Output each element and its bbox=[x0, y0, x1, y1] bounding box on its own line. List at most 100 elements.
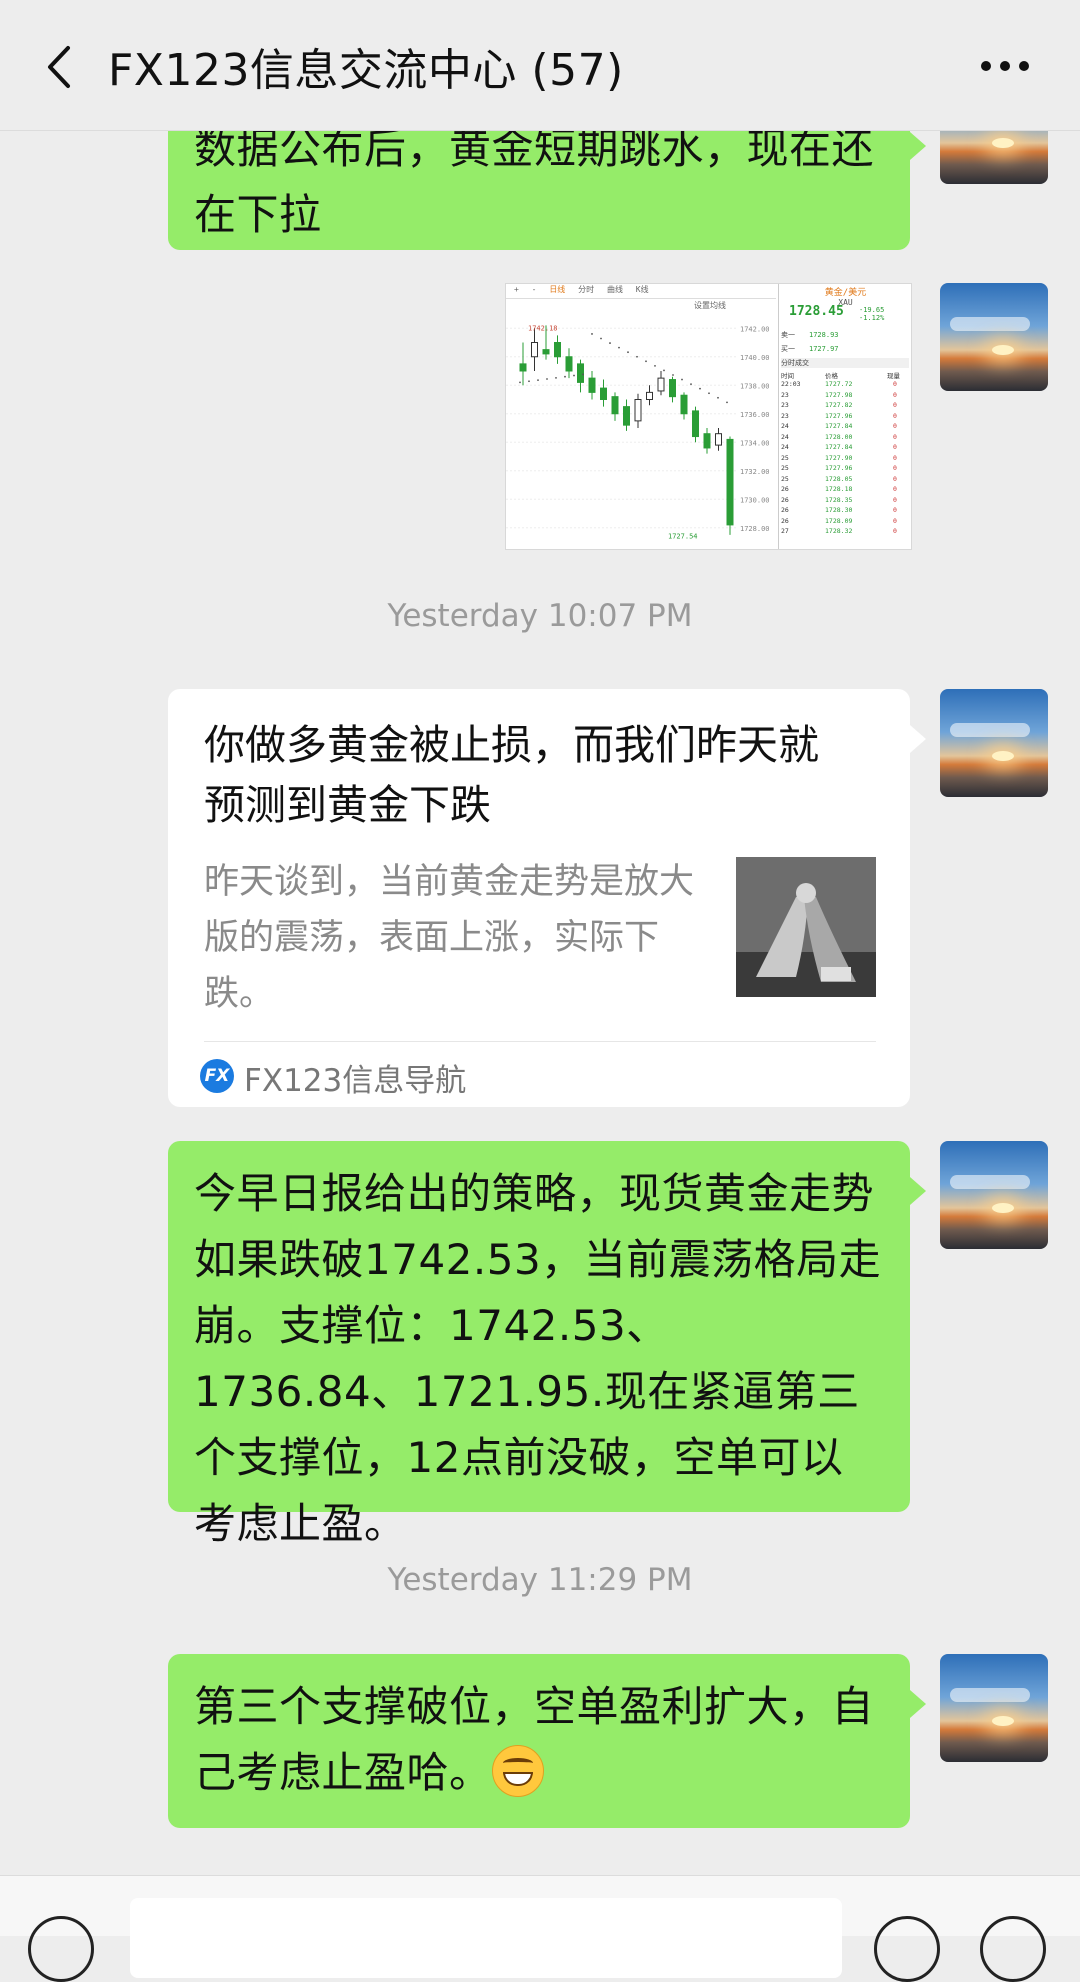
card-source: FX123信息导航 bbox=[244, 1063, 467, 1099]
candle-body bbox=[669, 379, 676, 398]
indicator-dot bbox=[537, 379, 539, 382]
y-tick-label: 1734.00 bbox=[740, 439, 770, 447]
chat-title: FX123信息交流中心 (57) bbox=[108, 45, 624, 96]
candle-body bbox=[611, 396, 619, 415]
candle-body bbox=[600, 387, 607, 400]
indicator-dot bbox=[672, 374, 674, 376]
chat-header: FX123信息交流中心 (57) bbox=[0, 0, 1080, 131]
ticks-header: 时间 价格 现量 bbox=[781, 372, 900, 380]
tick-row: 25 1728.05 0 bbox=[781, 474, 897, 483]
tick-row: 25 1727.90 0 bbox=[781, 453, 897, 462]
indicator-dot bbox=[564, 375, 566, 378]
indicator-dot bbox=[600, 337, 602, 340]
indicator-dot bbox=[546, 378, 548, 380]
tick-row: 24 1727.84 0 bbox=[781, 422, 897, 430]
chevron-left-icon bbox=[48, 46, 70, 88]
message-bubble[interactable]: 第三个支撑破位，空单盈利扩大，自己考虑止盈哈。 bbox=[168, 1654, 926, 1828]
message-bubble[interactable]: 今早日报给出的策略，现货黄金走势如果跌破1742.53，当前震荡格局走崩。支撑位… bbox=[168, 1141, 926, 1548]
grinning-face-icon bbox=[491, 1745, 544, 1797]
timestamp: Yesterday 11:29 PM bbox=[387, 1562, 693, 1598]
candle-body bbox=[692, 410, 699, 438]
indicator-dot bbox=[582, 373, 584, 376]
card-description: 昨天谈到，当前黄金走势是放大版的震荡，表面上涨，实际下跌。 bbox=[204, 862, 695, 1014]
card-divider bbox=[204, 1041, 876, 1042]
indicator-dot bbox=[726, 401, 728, 404]
low-price-label: 1727.54 bbox=[668, 532, 698, 540]
y-tick-label: 1728.00 bbox=[740, 525, 770, 533]
tick-row: 23 1727.96 0 bbox=[781, 411, 897, 420]
indicator-dot bbox=[609, 342, 611, 344]
more-options-button[interactable] bbox=[980, 1916, 1046, 1982]
tick-row: 27 1728.32 0 bbox=[781, 527, 897, 535]
tick-row: 23 1727.82 0 bbox=[781, 401, 897, 409]
y-tick-label: 1732.00 bbox=[740, 468, 770, 476]
y-tick-label: 1736.00 bbox=[740, 411, 770, 419]
candle-body bbox=[531, 342, 538, 358]
quote-change: -19.65 -1.12% bbox=[859, 306, 885, 322]
tick-row: 26 1728.35 0 bbox=[781, 495, 897, 504]
indicator-dot bbox=[627, 351, 629, 354]
candle-body bbox=[634, 399, 642, 422]
candle-body bbox=[565, 356, 573, 372]
message-input[interactable] bbox=[130, 1898, 842, 1978]
emoji-button[interactable] bbox=[874, 1916, 940, 1982]
indicator-dot bbox=[636, 355, 638, 358]
indicator-dot bbox=[690, 383, 692, 386]
message-text: 今早日报给出的策略，现货黄金走势如果跌破1742.53，当前震荡格局走崩。支撑位… bbox=[194, 1169, 882, 1548]
timestamp: Yesterday 10:07 PM bbox=[387, 598, 693, 634]
tick-row: 23 1727.98 0 bbox=[781, 390, 897, 399]
more-button[interactable] bbox=[970, 30, 1040, 100]
card-thumbnail bbox=[736, 857, 876, 997]
voice-button[interactable] bbox=[28, 1916, 94, 1982]
avatar[interactable] bbox=[940, 283, 1048, 391]
back-button[interactable] bbox=[30, 30, 100, 100]
indicator-dot bbox=[618, 346, 620, 349]
indicator-dot bbox=[519, 381, 521, 384]
avatar[interactable] bbox=[940, 689, 1048, 797]
avatar[interactable] bbox=[940, 1141, 1048, 1249]
indicator-dot bbox=[573, 374, 575, 377]
message-text: 数据公布后，黄金短期跳水，现在还在下拉 bbox=[194, 124, 875, 239]
chart-image-message[interactable]: + - 日线 分时 曲线 K线 设置均线 1742.00 1740.00 1738.… bbox=[505, 283, 912, 550]
y-tick-label: 1740.00 bbox=[740, 354, 770, 362]
tick-row: 26 1728.18 0 bbox=[781, 485, 897, 493]
link-card[interactable]: 你做多黄金被止损，而我们昨天就预测到黄金下跌 昨天谈到，当前黄金走势是放大版的震… bbox=[168, 689, 926, 1107]
candle-body bbox=[726, 438, 734, 526]
tick-row: 24 1728.00 0 bbox=[781, 432, 897, 441]
avatar[interactable] bbox=[940, 1654, 1048, 1762]
candle-body bbox=[657, 377, 665, 392]
candle-body bbox=[623, 406, 630, 426]
buy-row: 买一 1727.97 bbox=[781, 345, 839, 353]
y-tick-label: 1730.00 bbox=[740, 496, 770, 504]
more-dots-icon bbox=[981, 61, 1029, 71]
indicator-dot bbox=[717, 396, 719, 399]
input-bar bbox=[0, 1875, 1080, 1982]
indicator-dot bbox=[591, 333, 593, 335]
tick-row: 25 1727.96 0 bbox=[781, 464, 897, 472]
sell-row: 卖一 1728.93 bbox=[781, 331, 839, 339]
tick-row: 24 1727.84 0 bbox=[781, 443, 897, 451]
candle-body bbox=[542, 349, 550, 355]
indicator-dot bbox=[681, 378, 683, 381]
indicator-dot bbox=[663, 369, 665, 372]
indicator-dot bbox=[654, 364, 656, 367]
candle-body bbox=[646, 391, 653, 400]
candle-body bbox=[715, 433, 722, 446]
candle-body bbox=[577, 363, 584, 383]
high-price-label: 1742.18 bbox=[528, 324, 558, 332]
indicator-dot bbox=[708, 392, 710, 395]
tick-row: 26 1728.09 0 bbox=[781, 516, 897, 525]
y-tick-label: 1742.00 bbox=[740, 325, 770, 333]
quote-price: 1728.45 bbox=[789, 304, 844, 319]
chat-history[interactable]: 数据公布后，黄金短期跳水，现在还在下拉 + - 日线 分时 曲线 K线 设置均线… bbox=[0, 0, 1080, 1875]
y-tick-label: 1738.00 bbox=[740, 382, 770, 390]
tick-row: 22:03 1727.72 0 bbox=[781, 380, 897, 388]
tick-row: 26 1728.30 0 bbox=[781, 506, 897, 514]
candle-body bbox=[554, 342, 561, 358]
indicator-dot bbox=[699, 387, 701, 390]
fx-logo-icon: FX bbox=[200, 1059, 234, 1093]
quote-title: 黄金/美元 bbox=[824, 288, 867, 298]
quote-panel: 黄金/美元 XAU 1728.45 -19.65 -1.12% 卖一 1728.93… bbox=[778, 284, 911, 549]
indicator-dot bbox=[645, 360, 647, 363]
candlestick-chart: 1742.00 1740.00 1738.00 1736.00 1734.00 1732.… bbox=[506, 324, 770, 540]
